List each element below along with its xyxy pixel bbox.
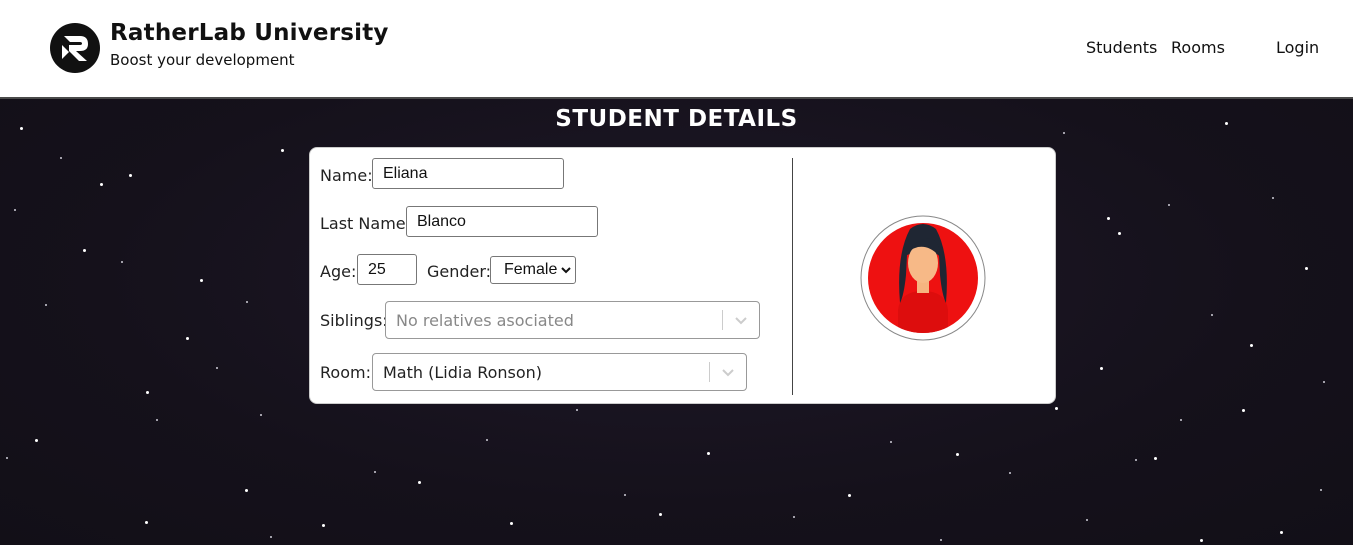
age-input[interactable]: 25 (357, 254, 417, 285)
room-select-value: Math (Lidia Ronson) (383, 363, 543, 382)
card-divider (792, 158, 793, 395)
last-name-label: Last Name: (320, 214, 412, 233)
nav-login-link[interactable]: Login (1276, 38, 1319, 57)
select-separator (709, 362, 710, 382)
chevron-down-icon (561, 257, 571, 293)
siblings-placeholder: No relatives asociated (396, 311, 574, 330)
ratherlab-logo-icon[interactable] (50, 23, 100, 73)
name-label: Name: (320, 166, 373, 185)
room-label: Room: (320, 363, 371, 382)
last-name-input[interactable]: Blanco (406, 206, 598, 237)
chevron-down-icon[interactable] (733, 312, 749, 328)
name-input[interactable]: Eliana (372, 158, 564, 189)
siblings-label: Siblings: (320, 311, 388, 330)
page-title: STUDENT DETAILS (555, 106, 798, 132)
gender-select[interactable]: Female (490, 256, 576, 284)
siblings-select[interactable]: No relatives asociated (385, 301, 760, 339)
student-details-card: Name: Eliana Last Name: Blanco Age: 25 G… (309, 147, 1056, 404)
age-label: Age: (320, 262, 357, 281)
gender-label: Gender: (427, 262, 492, 281)
gender-select-value: Female (504, 261, 558, 278)
room-select[interactable]: Math (Lidia Ronson) (372, 353, 747, 391)
site-header: RatherLab University Boost your developm… (0, 0, 1353, 99)
nav-rooms-link[interactable]: Rooms (1171, 38, 1225, 57)
student-avatar-icon (860, 215, 986, 341)
nav-students-link[interactable]: Students (1086, 38, 1157, 57)
select-separator (722, 310, 723, 330)
chevron-down-icon[interactable] (720, 364, 736, 380)
brand-subtitle: Boost your development (110, 51, 295, 69)
brand-title[interactable]: RatherLab University (110, 20, 389, 46)
